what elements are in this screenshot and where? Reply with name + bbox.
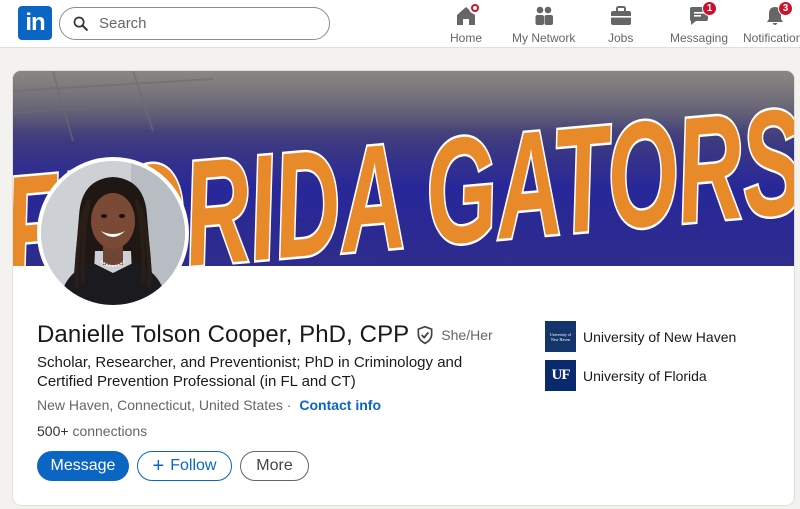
contact-info-link[interactable]: Contact info <box>299 397 381 413</box>
nav-home[interactable]: Home <box>450 2 483 46</box>
nav-notifications-label: Notifications <box>743 31 800 45</box>
verified-shield-icon[interactable] <box>415 325 435 345</box>
avatar-photo <box>41 161 185 305</box>
connections-label: connections <box>72 423 148 439</box>
notifications-badge: 3 <box>778 1 793 16</box>
follow-button[interactable]: + Follow <box>137 451 232 481</box>
plus-icon: + <box>152 455 165 477</box>
profile-name: Danielle Tolson Cooper, PhD, CPP <box>37 321 410 348</box>
new-haven-logo: University of New Haven <box>545 321 576 352</box>
briefcase-icon <box>610 6 631 25</box>
nav-home-label: Home <box>450 31 483 45</box>
nav-my-network[interactable]: My Network <box>512 4 575 46</box>
messaging-badge: 1 <box>702 1 718 16</box>
separator-dot: · <box>286 397 292 413</box>
connections-row[interactable]: 500+ connections <box>37 423 147 439</box>
nav-jobs[interactable]: Jobs <box>608 4 633 46</box>
education-item-florida[interactable]: UF University of Florida <box>545 360 707 391</box>
profile-avatar[interactable] <box>37 157 189 309</box>
search-input[interactable] <box>99 15 299 32</box>
more-button[interactable]: More <box>240 451 309 481</box>
linkedin-logo[interactable]: in <box>18 6 52 40</box>
connections-count: 500+ <box>37 423 69 439</box>
home-notification-dot <box>469 2 481 14</box>
nav-messaging[interactable]: 1 Messaging <box>670 1 729 46</box>
nav-jobs-label: Jobs <box>608 31 634 45</box>
location-row: New Haven, Connecticut, United States · … <box>37 397 381 413</box>
uf-logo: UF <box>545 360 576 391</box>
nav-my-network-label: My Network <box>512 31 576 45</box>
top-nav: in Home My Network Jobs 1 Messaging <box>0 0 800 48</box>
follow-label: Follow <box>170 457 217 474</box>
network-icon <box>535 6 553 25</box>
nav-notifications[interactable]: 3 Notifications <box>743 1 800 46</box>
nav-messaging-label: Messaging <box>670 31 729 45</box>
education-name: University of Florida <box>583 367 707 384</box>
pronouns: She/Her <box>441 327 493 343</box>
name-row: Danielle Tolson Cooper, PhD, CPP She/Her <box>37 321 493 349</box>
education-item-new-haven[interactable]: University of New Haven University of Ne… <box>545 321 736 352</box>
profile-card: FLORIDA GATORS Danielle Tolson Cooper, P… <box>13 71 794 505</box>
search-icon <box>73 16 88 31</box>
search-box[interactable] <box>59 7 330 40</box>
education-name: University of New Haven <box>583 328 737 345</box>
profile-headline: Scholar, Researcher, and Preventionist; … <box>37 354 463 390</box>
message-button[interactable]: Message <box>37 451 129 481</box>
location-text: New Haven, Connecticut, United States <box>37 397 283 413</box>
